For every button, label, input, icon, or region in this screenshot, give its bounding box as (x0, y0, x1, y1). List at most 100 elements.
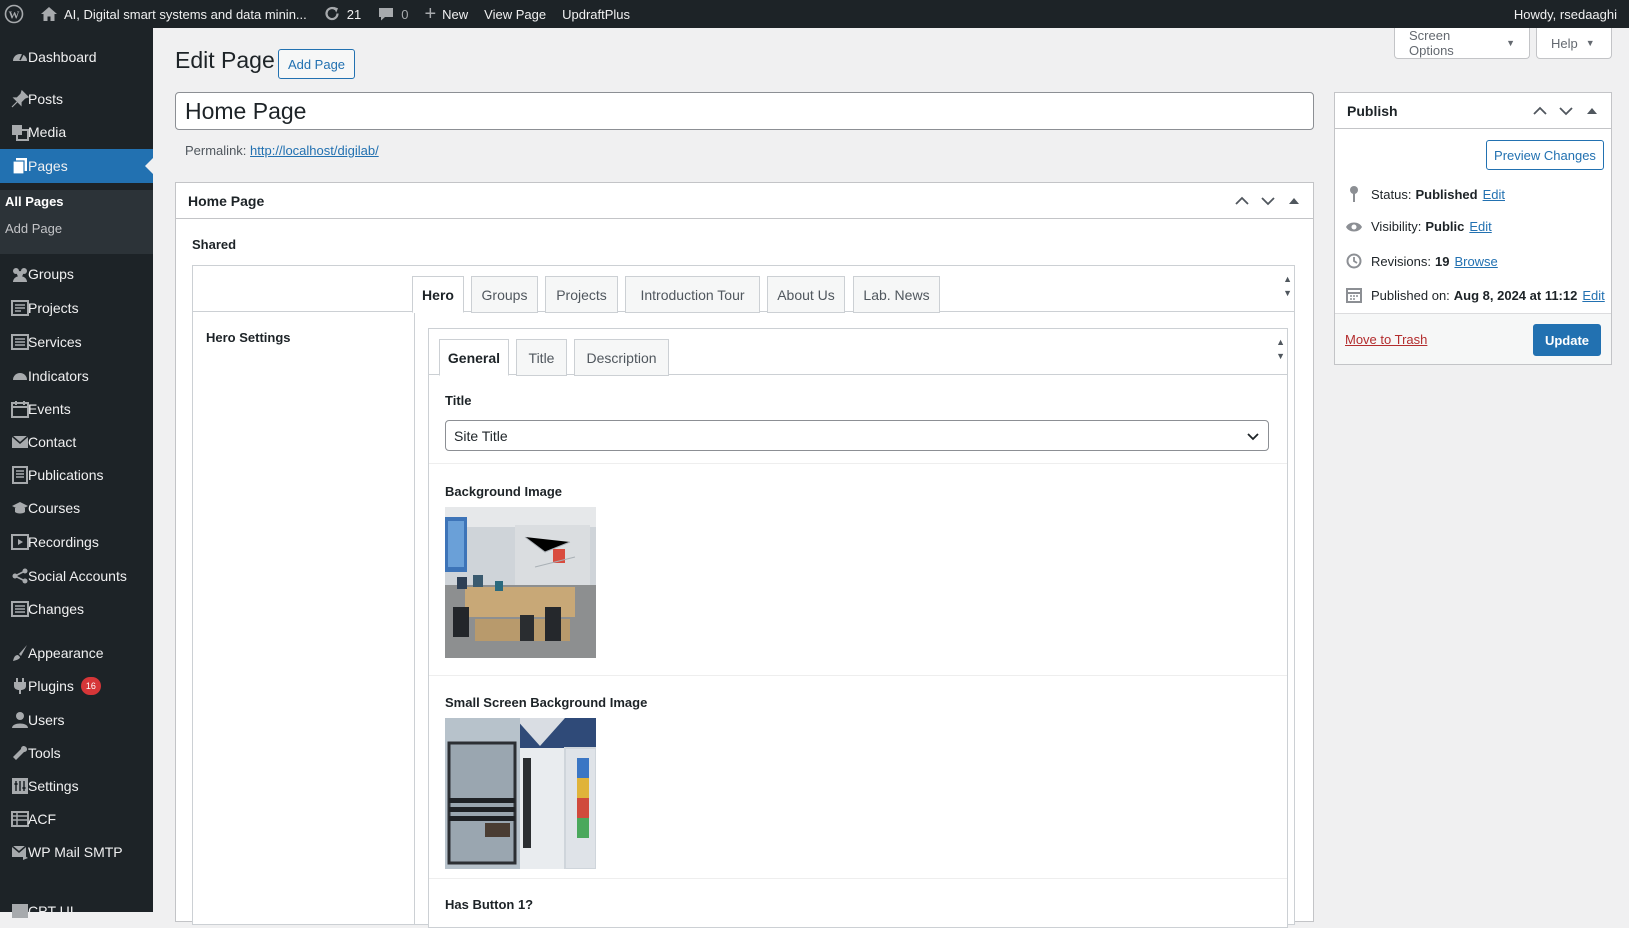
status-edit-link[interactable]: Edit (1483, 187, 1505, 202)
sidebar-label-wp-mail-smtp: WP Mail SMTP (28, 844, 123, 860)
caret-down-icon: ▼ (1506, 38, 1515, 48)
sidebar-item-plugins[interactable]: Plugins 16 (0, 669, 153, 703)
sidebar-item-tools[interactable]: Tools (0, 736, 153, 770)
home-icon (40, 6, 58, 22)
move-up-icon[interactable] (1229, 196, 1255, 206)
sidebar-item-services[interactable]: Services (0, 325, 153, 359)
tab-title[interactable]: Title (516, 339, 567, 376)
published-on-row: Published on: Aug 8, 2024 at 11:12 Edit (1345, 287, 1605, 303)
new-content-link[interactable]: + New (416, 0, 476, 28)
scroll-up-icon[interactable]: ▲ (1276, 335, 1285, 349)
help-button[interactable]: Help ▼ (1536, 28, 1612, 59)
chevron-down-icon (1246, 429, 1260, 445)
update-button[interactable]: Update (1533, 324, 1601, 356)
postbox-header[interactable]: Home Page (176, 183, 1313, 219)
admin-sidebar: Dashboard Posts Media Pages All Pages Ad… (0, 28, 153, 919)
sidebar-item-acf[interactable]: ACF (0, 802, 153, 836)
sidebar-item-contact[interactable]: Contact (0, 425, 153, 459)
move-down-icon[interactable] (1553, 106, 1579, 116)
view-page-link[interactable]: View Page (476, 0, 554, 28)
comment-icon (377, 6, 395, 22)
move-to-trash-link[interactable]: Move to Trash (1345, 332, 1427, 347)
sidebar-item-events[interactable]: Events (0, 392, 153, 426)
sidebar-item-groups[interactable]: Groups (0, 257, 153, 291)
toggle-panel-icon[interactable] (1281, 197, 1307, 205)
sidebar-item-recordings[interactable]: Recordings (0, 525, 153, 559)
inner-tabs-scroll[interactable]: ▲ ▼ (1276, 335, 1285, 363)
sidebar-label-social-accounts: Social Accounts (28, 568, 127, 584)
sidebar-item-posts[interactable]: Posts (0, 82, 153, 116)
tab-groups[interactable]: Groups (471, 276, 538, 313)
sidebar-item-changes[interactable]: Changes (0, 592, 153, 626)
hero-settings-group: General Title Description ▲ ▼ Title Site… (428, 328, 1288, 928)
sidebar-item-publications[interactable]: Publications (0, 458, 153, 492)
acf-tab-bar: Hero Groups Projects Introduction Tour A… (193, 266, 1294, 313)
permalink-label: Permalink: (185, 143, 247, 158)
plus-icon: + (424, 3, 437, 25)
sidebar-label-projects: Projects (28, 300, 79, 316)
add-page-button[interactable]: Add Page (278, 49, 355, 79)
tab-lab-news[interactable]: Lab. News (853, 276, 940, 313)
sidebar-item-appearance[interactable]: Appearance (0, 636, 153, 670)
sidebar-item-dashboard[interactable]: Dashboard (0, 40, 153, 74)
submenu-all-pages[interactable]: All Pages (5, 194, 64, 209)
move-up-icon[interactable] (1527, 106, 1553, 116)
submenu-add-page[interactable]: Add Page (5, 221, 62, 236)
tabs-scroll[interactable]: ▲ ▼ (1283, 272, 1292, 300)
comments-link[interactable]: 0 (369, 0, 416, 28)
wordpress-logo-icon[interactable]: W (0, 0, 32, 28)
sidebar-label-media: Media (28, 124, 67, 140)
sidebar-label-plugins: Plugins (28, 678, 74, 694)
preview-changes-button[interactable]: Preview Changes (1486, 140, 1604, 170)
scroll-down-icon[interactable]: ▼ (1276, 349, 1285, 363)
browse-revisions-link[interactable]: Browse (1454, 254, 1497, 269)
sidebar-item-pages[interactable]: Pages (0, 149, 153, 183)
page-title-input[interactable]: Home Page (175, 92, 1314, 130)
visibility-row: Visibility: Public Edit (1345, 219, 1492, 234)
title-select[interactable]: Site Title (445, 420, 1269, 451)
tab-projects[interactable]: Projects (545, 276, 618, 313)
updates-link[interactable]: 21 (315, 0, 369, 28)
publish-controls (1527, 93, 1605, 129)
tab-hero[interactable]: Hero (412, 276, 464, 313)
pin-icon (1345, 185, 1363, 203)
toggle-panel-icon[interactable] (1579, 107, 1605, 115)
screen-options-button[interactable]: Screen Options ▼ (1394, 28, 1530, 59)
visibility-edit-link[interactable]: Edit (1469, 219, 1491, 234)
updates-icon (323, 5, 341, 23)
scroll-up-icon[interactable]: ▲ (1283, 272, 1292, 286)
tab-about-us[interactable]: About Us (767, 276, 845, 313)
tab-general[interactable]: General (439, 339, 509, 376)
status-label: Status: (1371, 186, 1412, 202)
small-screen-background-image-thumbnail[interactable] (445, 718, 596, 869)
field-divider (429, 878, 1287, 879)
sidebar-item-social-accounts[interactable]: Social Accounts (0, 559, 153, 593)
tab-introduction-tour[interactable]: Introduction Tour (625, 276, 760, 313)
sidebar-label-publications: Publications (28, 467, 104, 483)
permalink-url[interactable]: http://localhost/digilab/ (250, 143, 379, 158)
sidebar-item-users[interactable]: Users (0, 703, 153, 737)
sidebar-item-media[interactable]: Media (0, 115, 153, 149)
sidebar-label-services: Services (28, 334, 82, 350)
sidebar-item-projects[interactable]: Projects (0, 291, 153, 325)
sidebar-item-wp-mail-smtp[interactable]: WP Mail SMTP (0, 835, 153, 869)
site-name-link[interactable]: AI, Digital smart systems and data minin… (32, 0, 315, 28)
sidebar-label-changes: Changes (28, 601, 85, 617)
sidebar-item-cpt-ui[interactable]: CPT UI (0, 894, 153, 928)
status-row: Status: Published Edit (1345, 185, 1505, 203)
sidebar-item-settings[interactable]: Settings (0, 769, 153, 803)
move-down-icon[interactable] (1255, 196, 1281, 206)
published-on-edit-link[interactable]: Edit (1582, 288, 1604, 303)
home-page-postbox: Home Page Shared Hero Groups Projects In… (175, 182, 1314, 928)
title-field-label: Title (445, 393, 472, 408)
sidebar-label-cpt-ui: CPT UI (28, 903, 74, 919)
tab-description[interactable]: Description (574, 339, 669, 376)
updraftplus-link[interactable]: UpdraftPlus (554, 0, 638, 28)
background-image-thumbnail[interactable] (445, 507, 596, 658)
scroll-down-icon[interactable]: ▼ (1283, 286, 1292, 300)
new-label: New (442, 6, 469, 22)
calendar-icon (1345, 287, 1363, 303)
my-account-link[interactable]: Howdy, rsedaaghi (1506, 0, 1629, 28)
sidebar-item-courses[interactable]: Courses (0, 491, 153, 525)
sidebar-item-indicators[interactable]: Indicators (0, 359, 153, 393)
